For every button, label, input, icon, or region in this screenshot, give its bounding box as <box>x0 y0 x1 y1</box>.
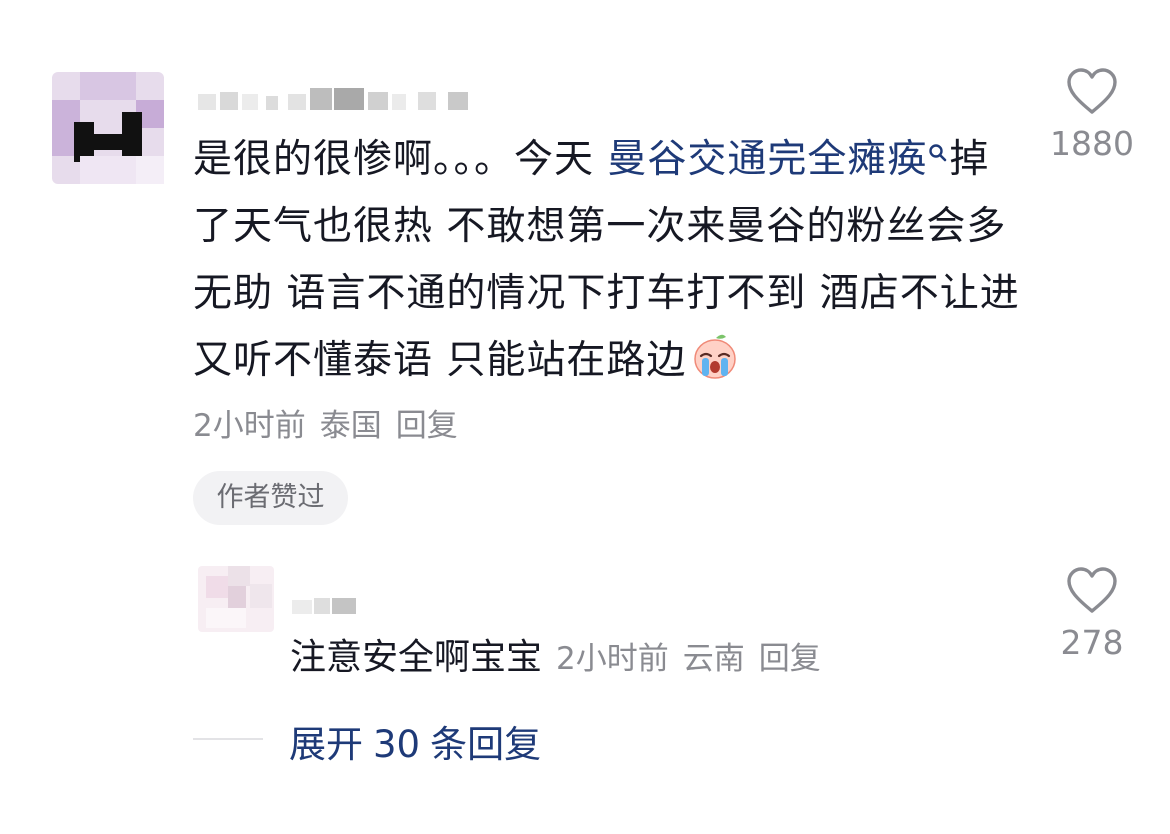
author-liked-badge: 作者赞过 <box>193 471 348 525</box>
expand-label: 展开 <box>289 723 363 766</box>
reply-like-button[interactable]: 278 <box>1037 567 1147 662</box>
keyword-link-label: 曼谷交通完全瘫痪 <box>607 137 928 182</box>
heart-outline-icon <box>1067 68 1117 114</box>
keyword-search-link[interactable]: 曼谷交通完全瘫痪 <box>607 137 949 182</box>
username-redacted[interactable] <box>198 88 478 112</box>
heart-outline-icon <box>1067 567 1117 613</box>
expand-replies-button[interactable]: 展开 30 条回复 <box>289 714 551 768</box>
reply-like-count: 278 <box>1060 623 1124 662</box>
comment-location: 泰国 <box>319 408 382 444</box>
reply-username-redacted[interactable] <box>292 596 362 616</box>
comment-text: 是很的很惨啊。。。今天 曼谷交通完全瘫痪 掉了天气也很热 不敢想第一次来曼谷的粉丝… <box>193 126 1023 394</box>
expand-count: 30 <box>373 723 421 766</box>
comment-meta: 2小时前 泰国 回复 <box>193 400 472 445</box>
comment-time: 2小时前 <box>193 408 306 444</box>
expand-suffix: 条回复 <box>430 723 542 766</box>
expand-divider <box>193 738 263 740</box>
reply-text-line: 注意安全啊宝宝 2小时前 云南 回复 <box>290 628 835 680</box>
search-icon <box>927 126 949 162</box>
comment-like-button[interactable]: 1880 <box>1037 68 1147 163</box>
comment-text-before: 是很的很惨啊。。。今天 <box>193 137 608 182</box>
crying-face-emoji-icon <box>690 331 740 381</box>
reply-time: 2小时前 <box>556 641 669 677</box>
reply-reply-button[interactable]: 回复 <box>759 641 821 677</box>
comment-reply-button[interactable]: 回复 <box>396 408 458 444</box>
reply-avatar[interactable] <box>198 566 274 632</box>
comment-like-count: 1880 <box>1050 124 1134 163</box>
reply-text: 注意安全啊宝宝 <box>290 637 543 678</box>
reply-location: 云南 <box>682 641 745 677</box>
avatar[interactable] <box>52 72 164 184</box>
